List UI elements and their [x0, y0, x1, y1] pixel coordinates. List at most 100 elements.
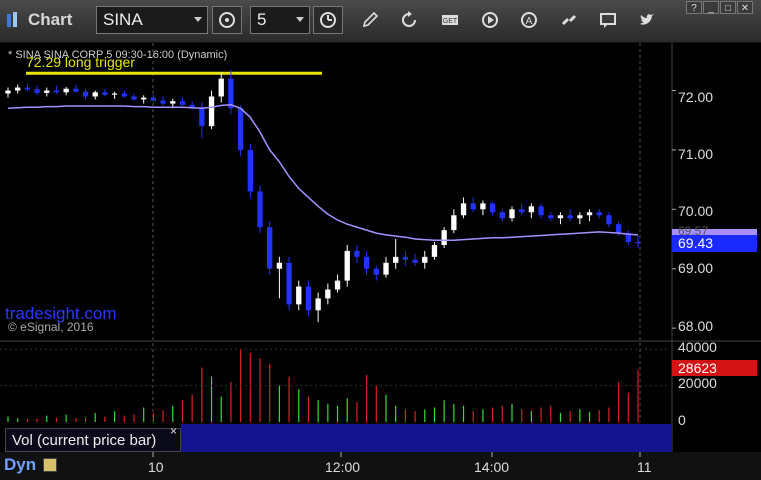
candle-body [247, 149, 253, 192]
symbol-value: SINA [103, 10, 143, 29]
candle-body [170, 101, 176, 104]
volume-tick-label: 0 [678, 412, 686, 428]
alert-icon[interactable]: A [519, 10, 539, 30]
candle-body [102, 92, 108, 95]
candle-body [499, 212, 505, 219]
y-tick-label: 69.00 [678, 260, 714, 276]
interval-select[interactable]: 5 [250, 6, 310, 34]
help-button[interactable]: ? [686, 1, 702, 14]
trigger-annotation: 72.29 long trigger [26, 54, 135, 70]
maximize-button[interactable]: □ [720, 1, 736, 14]
candle-body [267, 227, 273, 269]
candle-body [24, 87, 31, 90]
settings-button[interactable] [212, 6, 242, 34]
candle-body [480, 203, 486, 210]
candle-body [383, 262, 389, 275]
title-bar: Chart SINA 5 GET A ? _ □ ✕ [0, 0, 761, 43]
candle-body [257, 191, 263, 228]
y-tick-label: 68.00 [678, 318, 714, 334]
x-tick-label: 12:00 [325, 459, 361, 475]
candle-body [189, 104, 195, 108]
y-tick-label: 72.00 [678, 89, 714, 105]
candle-body [441, 230, 447, 245]
play-icon[interactable] [480, 10, 500, 30]
get-icon[interactable]: GET [440, 10, 460, 30]
candle-body [228, 78, 234, 109]
candle-body [315, 298, 321, 311]
candle-body [354, 250, 360, 257]
last-volume-tag: 28623 [672, 360, 757, 376]
candle-body [538, 206, 544, 216]
volume-label-strip [181, 424, 672, 452]
candle-body [422, 256, 428, 263]
refresh-icon[interactable] [399, 10, 419, 30]
volume-panel-close-button[interactable]: × [170, 424, 177, 438]
candle-body [557, 215, 564, 219]
pencil-icon[interactable] [360, 10, 380, 30]
comment-icon[interactable] [598, 10, 618, 30]
svg-text:GET: GET [443, 18, 458, 25]
candle-body [344, 250, 350, 281]
lock-icon[interactable] [43, 458, 57, 472]
clock-icon [320, 12, 336, 28]
settings-gear-icon [219, 12, 235, 28]
candle-body [402, 256, 409, 260]
candle-body [276, 262, 283, 269]
twitter-icon[interactable] [637, 10, 657, 30]
candle-body [606, 215, 612, 225]
candle-body [111, 93, 118, 95]
candle-body [121, 93, 127, 97]
candle-body [363, 256, 370, 269]
candle-body [489, 203, 496, 213]
candle-body [567, 215, 573, 219]
candle-body [208, 96, 215, 127]
last-price-tag: 69.43 [672, 235, 757, 252]
candle-body [131, 96, 137, 100]
chevron-down-icon[interactable] [194, 17, 202, 22]
candle-body [325, 289, 331, 299]
candle-body [596, 212, 602, 216]
y-tick-label: 70.00 [678, 203, 714, 219]
time-button[interactable] [313, 6, 343, 34]
candle-body [334, 280, 341, 290]
svg-text:A: A [526, 16, 533, 27]
candle-body [92, 92, 98, 97]
chevron-down-icon[interactable] [296, 17, 304, 22]
candle-body [470, 203, 476, 210]
window-title: Chart [28, 10, 73, 29]
candle-body [577, 215, 583, 219]
x-tick-label: 11 [637, 459, 652, 475]
volume-panel-label: Vol (current price bar) [5, 428, 181, 452]
candle-body [199, 107, 205, 127]
candle-body [412, 259, 418, 263]
volume-tick-label: 20000 [678, 375, 717, 391]
candle-body [82, 91, 89, 97]
dynamic-mode-label[interactable]: Dyn [4, 455, 36, 475]
candle-body [15, 87, 21, 91]
volume-tick-label: 40000 [678, 339, 717, 355]
candle-body [34, 89, 40, 93]
candle-body [548, 215, 554, 219]
candle-body [509, 209, 515, 219]
candle-body [635, 241, 641, 244]
x-tick-label: 10 [148, 459, 164, 475]
candle-body [179, 101, 186, 105]
candle-body [141, 97, 147, 100]
candle-body [44, 90, 50, 93]
minimize-button[interactable]: _ [703, 1, 719, 14]
candle-body [237, 108, 244, 150]
y-tick-label: 71.00 [678, 146, 714, 162]
candle-body [150, 97, 157, 101]
candle-body [451, 215, 457, 231]
candle-body [373, 268, 379, 275]
candle-body [431, 244, 438, 257]
price-chart[interactable] [0, 43, 761, 480]
candle-body [586, 212, 593, 216]
close-button[interactable]: ✕ [737, 1, 753, 14]
link-icon[interactable] [559, 10, 579, 30]
candle-body [615, 224, 622, 234]
copyright: © eSignal, 2016 [8, 320, 94, 334]
interval-value: 5 [257, 10, 267, 29]
candle-body [305, 286, 312, 311]
symbol-input[interactable]: SINA [96, 6, 208, 34]
